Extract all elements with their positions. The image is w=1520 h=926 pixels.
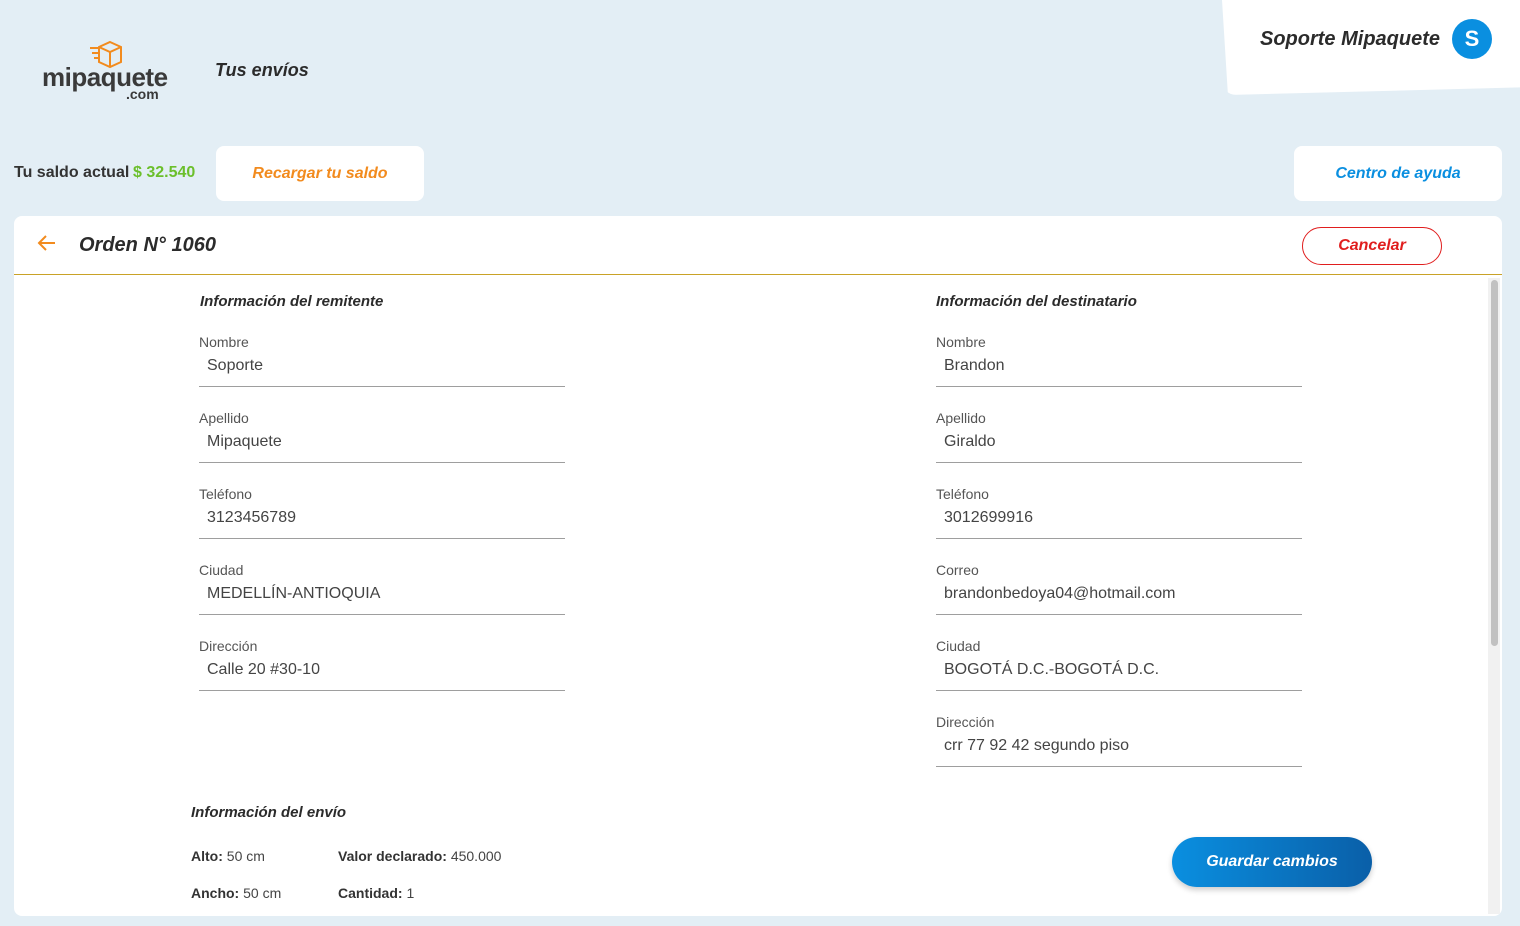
sender-address-field[interactable]: Dirección Calle 20 #30-10 [199, 630, 565, 696]
field-value[interactable]: Brandon [944, 357, 1005, 375]
order-title: Orden N° 1060 [79, 234, 216, 256]
sender-last-name-field[interactable]: Apellido Mipaquete [199, 402, 565, 468]
save-changes-button[interactable]: Guardar cambios [1172, 837, 1372, 887]
recipient-last-name-field[interactable]: Apellido Giraldo [936, 402, 1302, 468]
shipment-section-title: Información del envío [191, 804, 347, 821]
field-underline [936, 538, 1302, 539]
sender-phone-field[interactable]: Teléfono 3123456789 [199, 478, 565, 544]
shipment-quantity-label: Cantidad: [338, 885, 403, 901]
field-value[interactable]: Calle 20 #30-10 [207, 661, 320, 679]
field-underline [936, 614, 1302, 615]
field-value[interactable]: Mipaquete [207, 433, 282, 451]
recharge-balance-button[interactable]: Recargar tu saldo [216, 146, 424, 201]
field-underline [936, 462, 1302, 463]
shipment-height-value: 50 cm [226, 848, 265, 864]
shipment-quantity: Cantidad: 1 [338, 885, 414, 901]
shipment-declared-value: Valor declarado: 450.000 [338, 848, 501, 864]
order-panel: Orden N° 1060 Cancelar Información del r… [14, 216, 1502, 916]
field-underline [199, 386, 565, 387]
cancel-order-button[interactable]: Cancelar [1302, 227, 1442, 265]
shipment-declared-value-label: Valor declarado: [338, 848, 447, 864]
recipient-section-title: Información del destinatario [936, 293, 1137, 310]
field-value[interactable]: Soporte [207, 357, 263, 375]
field-underline [199, 690, 565, 691]
order-header: Orden N° 1060 Cancelar [14, 216, 1502, 275]
field-label: Dirección [936, 714, 995, 730]
field-value[interactable]: brandonbedoya04@hotmail.com [944, 585, 1176, 603]
shipment-quantity-value: 1 [406, 885, 415, 901]
field-label: Dirección [199, 638, 258, 654]
field-label: Correo [936, 562, 979, 578]
user-name[interactable]: Soporte Mipaquete [1260, 28, 1440, 51]
field-label: Ciudad [199, 562, 244, 578]
mipaquete-logo[interactable]: mipaquete .com [42, 40, 172, 102]
shipment-width: Ancho: 50 cm [191, 885, 281, 901]
balance-value: $ 32.540 [133, 164, 196, 181]
recipient-city-field[interactable]: Ciudad BOGOTÁ D.C.-BOGOTÁ D.C. [936, 630, 1302, 696]
field-value[interactable]: crr 77 92 42 segundo piso [944, 737, 1129, 755]
field-label: Teléfono [936, 486, 989, 502]
shipment-width-label: Ancho: [191, 885, 240, 901]
field-value[interactable]: Giraldo [944, 433, 996, 451]
scrollbar-thumb[interactable] [1491, 280, 1498, 646]
recipient-email-field[interactable]: Correo brandonbedoya04@hotmail.com [936, 554, 1302, 620]
balance-label: Tu saldo actual [14, 164, 130, 181]
field-underline [199, 538, 565, 539]
field-value[interactable]: 3012699916 [944, 509, 1033, 527]
shipment-width-value: 50 cm [243, 885, 282, 901]
avatar[interactable]: S [1452, 19, 1492, 59]
sender-first-name-field[interactable]: Nombre Soporte [199, 326, 565, 392]
nav-shipments-link[interactable]: Tus envíos [215, 60, 309, 81]
field-underline [936, 386, 1302, 387]
field-value[interactable]: 3123456789 [207, 509, 296, 527]
field-value[interactable]: BOGOTÁ D.C.-BOGOTÁ D.C. [944, 661, 1159, 679]
sender-section-title: Información del remitente [200, 293, 384, 310]
field-label: Apellido [199, 410, 249, 426]
field-underline [199, 462, 565, 463]
shipment-height-label: Alto: [191, 848, 223, 864]
help-center-button[interactable]: Centro de ayuda [1294, 146, 1502, 201]
field-label: Teléfono [199, 486, 252, 502]
recipient-first-name-field[interactable]: Nombre Brandon [936, 326, 1302, 392]
shipment-declared-value-value: 450.000 [450, 848, 502, 864]
field-label: Apellido [936, 410, 986, 426]
field-underline [936, 690, 1302, 691]
field-underline [199, 614, 565, 615]
field-label: Nombre [199, 334, 249, 350]
recipient-phone-field[interactable]: Teléfono 3012699916 [936, 478, 1302, 544]
field-underline [936, 766, 1302, 767]
recipient-address-field[interactable]: Dirección crr 77 92 42 segundo piso [936, 706, 1302, 772]
field-label: Ciudad [936, 638, 981, 654]
back-arrow-icon[interactable] [36, 232, 58, 254]
shipment-height: Alto: 50 cm [191, 848, 265, 864]
sender-city-field[interactable]: Ciudad MEDELLÍN-ANTIOQUIA [199, 554, 565, 620]
logo-suffix: .com [126, 86, 159, 102]
field-label: Nombre [936, 334, 986, 350]
field-value[interactable]: MEDELLÍN-ANTIOQUIA [207, 585, 380, 603]
